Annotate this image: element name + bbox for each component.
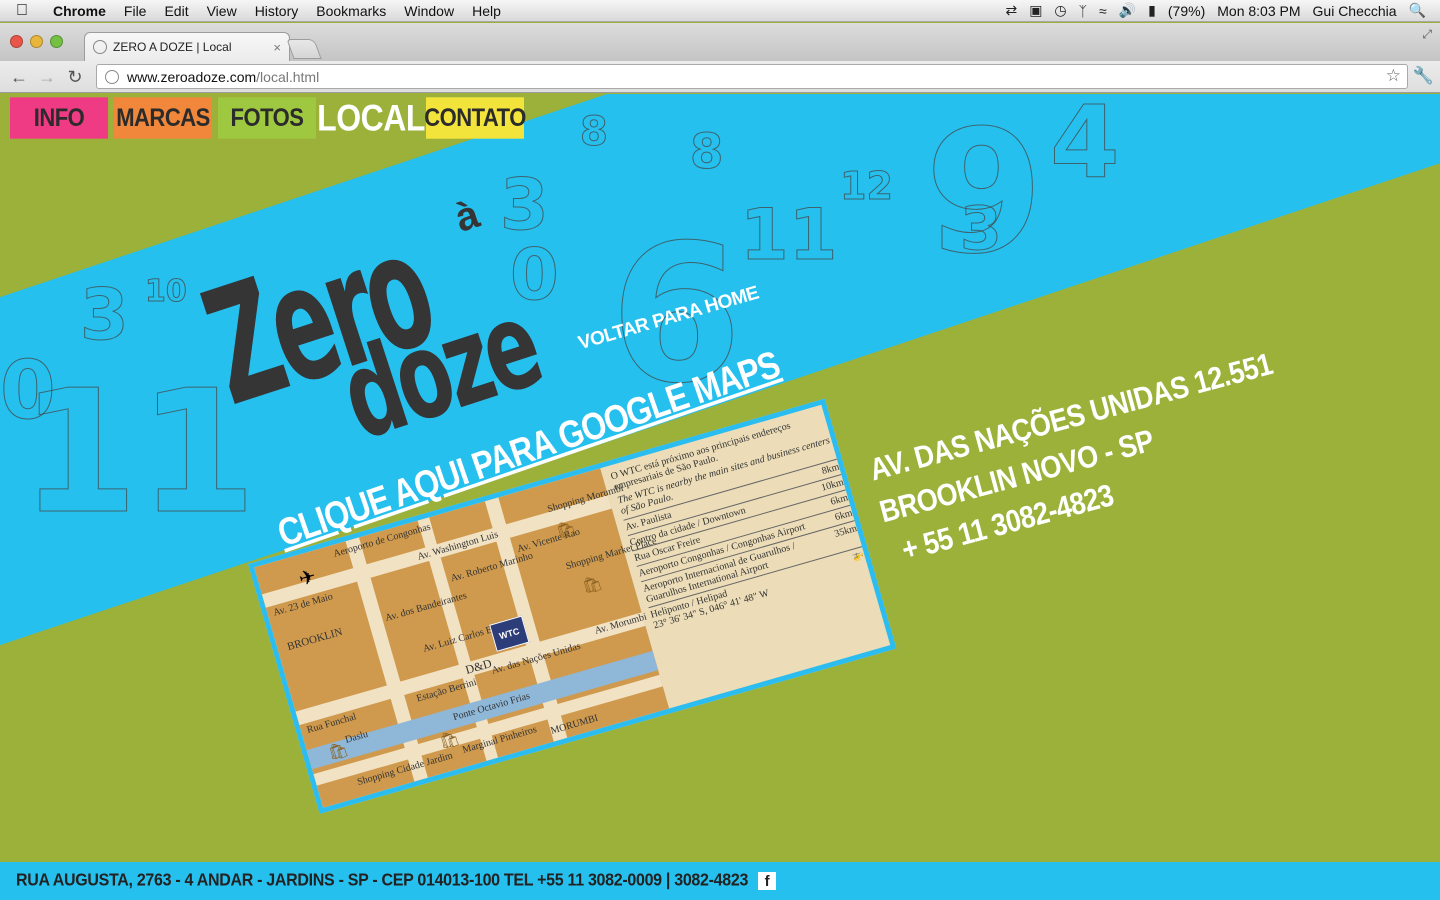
decorative-number: 3	[960, 194, 1003, 265]
battery-icon[interactable]: ▮	[1148, 2, 1156, 19]
nav-fotos-button[interactable]: FOTOS	[218, 97, 316, 139]
decorative-number: 0	[0, 344, 56, 438]
wifi-icon[interactable]: ≈	[1099, 3, 1107, 19]
bluetooth-icon[interactable]: ᛉ	[1079, 3, 1087, 19]
decorative-number: 8	[580, 109, 609, 156]
zoom-window-button[interactable]	[50, 35, 63, 48]
forward-arrow-icon[interactable]: →	[36, 66, 58, 88]
user-name[interactable]: Gui Checchia	[1313, 3, 1397, 19]
browser-toolbar: ← → ↻ www.zeroadoze.com/local.html ☆ 🔧	[0, 61, 1440, 93]
page-footer: RUA AUGUSTA, 2763 - 4 ANDAR - JARDINS - …	[0, 862, 1440, 900]
window-controls	[10, 35, 63, 48]
menu-view[interactable]: View	[198, 3, 246, 19]
page-favicon-icon	[93, 40, 107, 54]
macos-menubar:  Chrome File Edit View History Bookmark…	[0, 0, 1440, 22]
map-info-panel: O WTC está próximo aos principais endere…	[610, 411, 870, 635]
menu-help[interactable]: Help	[463, 3, 510, 19]
sync-icon[interactable]: ⇄	[1005, 2, 1017, 19]
tab-strip: ZERO A DOZE | Local × ⤢	[0, 23, 1440, 61]
display-icon[interactable]: ▣	[1029, 2, 1042, 19]
url-host: www.zeroadoze.com	[127, 68, 257, 85]
new-tab-button[interactable]	[286, 39, 322, 59]
clock[interactable]: Mon 8:03 PM	[1217, 3, 1300, 19]
nav-info-button[interactable]: INFO	[10, 97, 108, 139]
map-label: BROOKLIN	[285, 625, 344, 654]
tab-close-icon[interactable]: ×	[273, 40, 281, 55]
facebook-icon[interactable]: f	[758, 872, 777, 890]
menu-app-name[interactable]: Chrome	[44, 3, 115, 19]
page-icon	[105, 69, 119, 84]
decorative-number: 12	[840, 164, 894, 209]
decorative-number: 11	[739, 194, 838, 277]
url-path: /local.html	[256, 68, 320, 85]
menu-history[interactable]: History	[246, 3, 308, 19]
time-machine-icon[interactable]: ◷	[1054, 2, 1066, 19]
footer-address: RUA AUGUSTA, 2763 - 4 ANDAR - JARDINS - …	[16, 871, 749, 890]
battery-percent[interactable]: (79%)	[1168, 3, 1205, 19]
web-page: 9 6 3 0 8 8 11 3 11 3 0 10 12 4 INFO MAR…	[0, 94, 1440, 900]
close-window-button[interactable]	[10, 35, 23, 48]
menu-edit[interactable]: Edit	[155, 3, 197, 19]
nav-local-button[interactable]: LOCAL	[317, 97, 425, 138]
shopping-bag-icon: 🛍	[580, 574, 605, 597]
menu-bookmarks[interactable]: Bookmarks	[307, 3, 395, 19]
nav-marcas-button[interactable]: MARCAS	[114, 97, 212, 139]
reload-icon[interactable]: ↻	[64, 66, 86, 88]
volume-icon[interactable]: 🔊	[1119, 2, 1136, 19]
bookmark-star-icon[interactable]: ☆	[1386, 66, 1401, 86]
fullscreen-icon[interactable]: ⤢	[1422, 27, 1432, 42]
menu-file[interactable]: File	[115, 3, 156, 19]
apple-icon[interactable]: 	[0, 2, 44, 20]
wrench-menu-icon[interactable]: 🔧	[1413, 66, 1434, 86]
back-arrow-icon[interactable]: ←	[8, 66, 30, 88]
map-label: Av. Morumbi	[593, 611, 649, 637]
main-nav: INFO MARCAS FOTOS LOCAL CONTATO	[10, 97, 526, 139]
tab-title: ZERO A DOZE | Local	[113, 40, 232, 54]
decorative-number: 8	[689, 124, 724, 181]
spotlight-icon[interactable]: 🔍	[1409, 2, 1426, 19]
decorative-number: 3	[80, 274, 130, 357]
minimize-window-button[interactable]	[30, 35, 43, 48]
nav-contato-button[interactable]: CONTATO	[424, 97, 526, 139]
browser-tab[interactable]: ZERO A DOZE | Local ×	[84, 32, 290, 61]
address-bar[interactable]: www.zeroadoze.com/local.html ☆	[96, 64, 1408, 89]
menu-window[interactable]: Window	[395, 3, 463, 19]
decorative-number: 10	[145, 274, 188, 310]
decorative-number: 4	[1050, 94, 1121, 202]
